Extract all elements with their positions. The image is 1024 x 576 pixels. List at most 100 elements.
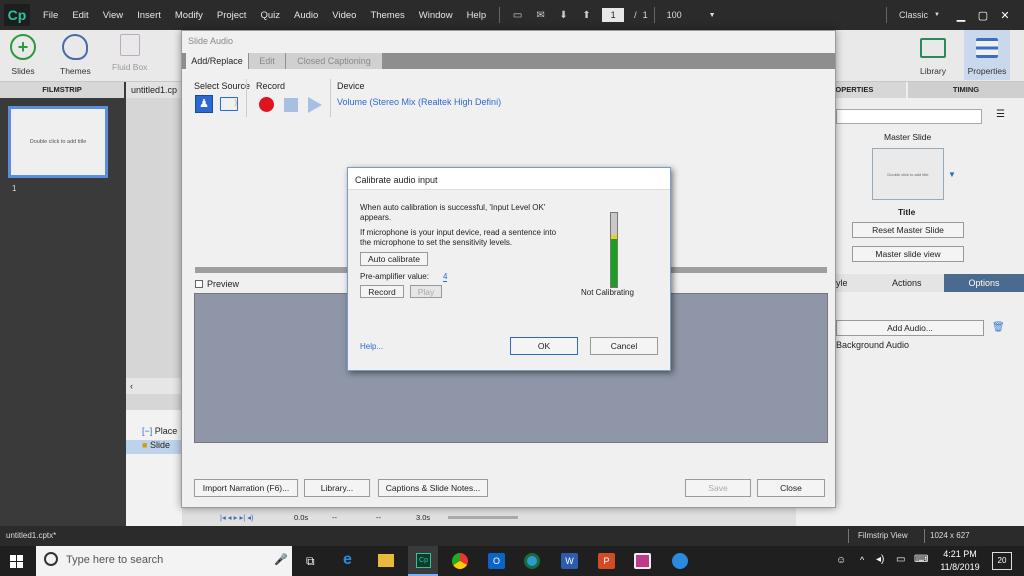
slides-button[interactable]: + Slides (10, 34, 36, 76)
scroll-left-icon[interactable]: ‹ (126, 378, 182, 394)
preamp-label: Pre-amplifier value: (360, 272, 429, 281)
time-start: 0.0s (294, 513, 309, 522)
tab-options[interactable]: Options (944, 274, 1024, 292)
cancel-button[interactable]: Cancel (590, 337, 658, 355)
menu-themes[interactable]: Themes (363, 10, 411, 21)
close-button[interactable]: Close (757, 479, 825, 497)
arrow-up-icon[interactable]: ⬆ (580, 10, 593, 21)
stop-icon[interactable] (284, 98, 298, 112)
file-explorer-icon[interactable] (378, 554, 394, 567)
tab-closed-captioning[interactable]: Closed Captioning (286, 53, 382, 69)
menu-insert[interactable]: Insert (130, 10, 168, 21)
computer-audio-icon[interactable]: ) (220, 97, 238, 111)
menu-help[interactable]: Help (460, 10, 494, 21)
mail-icon[interactable]: ✉ (534, 10, 547, 21)
menu-project[interactable]: Project (210, 10, 254, 21)
speaker-icon[interactable]: ◂) (876, 554, 884, 565)
menu-modify[interactable]: Modify (168, 10, 210, 21)
zoom-value[interactable]: 100 (667, 10, 707, 20)
chevron-down-icon[interactable]: ▼ (934, 12, 940, 18)
menu-edit[interactable]: Edit (65, 10, 95, 21)
microphone-icon[interactable]: 🎤 (274, 553, 288, 566)
task-view-icon[interactable]: ⧉ (306, 554, 315, 569)
keyboard-icon[interactable]: ⌨ (914, 554, 928, 565)
preview-icon[interactable]: ▭ (511, 10, 524, 21)
menu-quiz[interactable]: Quiz (253, 10, 287, 21)
page-current-field[interactable]: 1 (602, 8, 625, 22)
master-slide-view-button[interactable]: Master slide view (852, 246, 964, 262)
reset-master-slide-button[interactable]: Reset Master Slide (852, 222, 964, 238)
placeholder-label: Place (154, 426, 178, 436)
clock-date[interactable]: 11/8/2019 (940, 562, 980, 572)
import-narration-button[interactable]: Import Narration (F6)... (194, 479, 298, 497)
workspace-selector[interactable]: Classic (899, 10, 928, 20)
app-circle-icon[interactable] (524, 553, 540, 569)
chevron-down-icon[interactable]: ▼ (709, 12, 716, 19)
help-link[interactable]: Help... (360, 342, 383, 351)
edge-icon[interactable]: e (343, 551, 352, 569)
menu-video[interactable]: Video (325, 10, 363, 21)
menu-view[interactable]: View (96, 10, 130, 21)
properties-icon (976, 38, 998, 58)
calibrate-record-button[interactable]: Record (360, 285, 404, 298)
tab-properties[interactable]: ROPERTIES (826, 82, 906, 98)
ok-button[interactable]: OK (510, 337, 578, 355)
menu-window[interactable]: Window (412, 10, 460, 21)
close-icon[interactable]: ✕ (994, 6, 1016, 24)
app-chat-icon[interactable] (672, 553, 688, 569)
captions-notes-button[interactable]: Captions & Slide Notes... (378, 479, 488, 497)
app-photo-icon[interactable] (634, 553, 651, 569)
name-field[interactable] (836, 109, 982, 124)
save-button[interactable]: Save (685, 479, 751, 497)
library-icon (920, 38, 946, 58)
device-value[interactable]: Volume (Stereo Mix (Realtek High Defini) (337, 97, 501, 107)
outlook-icon[interactable]: O (488, 553, 505, 569)
play-icon[interactable] (308, 97, 322, 113)
list-menu-icon[interactable]: ☰ (996, 109, 1005, 120)
master-slide-thumbnail[interactable]: Double click to add title (872, 148, 944, 200)
playback-controls[interactable]: |◂ ◂ ▸ ▸| ◂) (220, 513, 254, 522)
library-button[interactable]: Library (920, 34, 946, 76)
master-thumbnail-text: Double click to add title (887, 171, 929, 177)
tab-edit[interactable]: Edit (249, 53, 285, 69)
tab-timing[interactable]: TIMING (908, 82, 1024, 98)
network-icon[interactable]: ▭ (896, 554, 905, 565)
arrow-down-icon[interactable]: ⬇ (557, 10, 570, 21)
menu-file[interactable]: File (36, 10, 65, 21)
fluid-box-button[interactable]: Fluid Box (112, 34, 147, 72)
placeholder-row[interactable]: [−] Place (142, 426, 177, 436)
chevron-down-icon[interactable]: ▼ (948, 170, 956, 179)
notification-badge[interactable]: 20 (992, 552, 1012, 570)
slide-thumbnail[interactable]: Double click to add title (8, 106, 108, 178)
properties-button[interactable]: Properties (964, 30, 1010, 80)
taskbar-search-box[interactable]: Type here to search 🎤 (36, 546, 292, 576)
slide-row[interactable]: ■ Slide (126, 440, 182, 454)
tab-style[interactable]: yle (836, 278, 848, 288)
captivate-taskbar-icon[interactable]: Cp (408, 546, 438, 576)
status-view: Filmstrip View (858, 531, 908, 540)
tab-actions[interactable]: Actions (892, 278, 922, 288)
preview-checkbox[interactable] (195, 280, 203, 288)
maximize-icon[interactable]: ▢ (972, 6, 994, 24)
clock-time[interactable]: 4:21 PM (940, 549, 980, 559)
search-placeholder: Type here to search (66, 554, 164, 566)
chevron-up-icon[interactable]: ^ (860, 555, 864, 565)
menu-audio[interactable]: Audio (287, 10, 325, 21)
word-icon[interactable]: W (561, 553, 578, 569)
calibrate-play-button[interactable]: Play (410, 285, 442, 298)
record-icon[interactable] (259, 97, 274, 112)
zoom-slider[interactable] (448, 516, 518, 519)
library-dialog-button[interactable]: Library... (304, 479, 370, 497)
trash-icon[interactable]: 🗑 (992, 322, 1005, 333)
add-audio-button[interactable]: Add Audio... (836, 320, 984, 336)
chrome-icon[interactable] (452, 553, 468, 569)
microphone-source-icon[interactable]: ♟ (195, 95, 213, 113)
themes-button[interactable]: Themes (60, 34, 91, 76)
powerpoint-icon[interactable]: P (598, 553, 615, 569)
tab-add-replace[interactable]: Add/Replace (186, 53, 248, 69)
auto-calibrate-button[interactable]: Auto calibrate (360, 252, 428, 266)
people-icon[interactable]: ☺ (836, 555, 846, 566)
windows-start-icon[interactable] (10, 555, 23, 568)
minimize-icon[interactable]: ▁ (950, 6, 972, 24)
preamp-value-field[interactable]: 4 (443, 272, 448, 282)
